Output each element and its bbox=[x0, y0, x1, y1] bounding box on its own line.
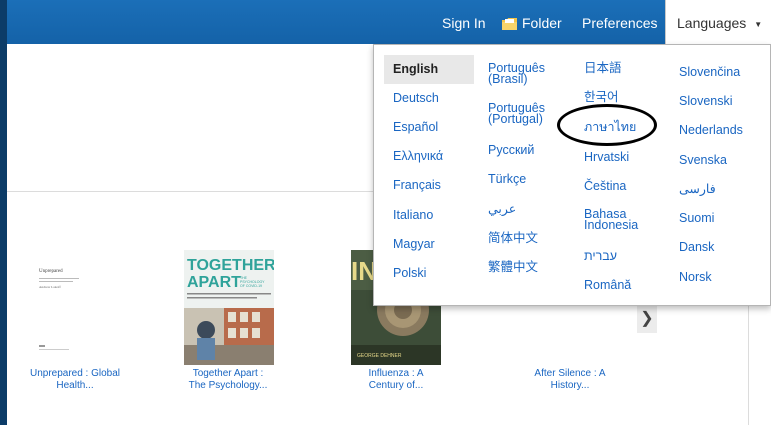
carousel-next-button[interactable]: ❯ bbox=[637, 305, 657, 333]
book1-cover-author: Andrew Lakoff bbox=[39, 285, 61, 289]
lang-suomi[interactable]: Suomi bbox=[679, 212, 714, 225]
book-title-link[interactable]: Together Apart : The Psychology... bbox=[168, 368, 288, 392]
lang-turkce[interactable]: Türkçe bbox=[488, 173, 526, 186]
right-rule bbox=[748, 300, 749, 425]
folder-link[interactable]: Folder bbox=[502, 0, 562, 44]
languages-dropdown-button[interactable]: Languages ▼ bbox=[665, 0, 771, 44]
lang-bahasa-indonesia[interactable]: Bahasa Indonesia bbox=[584, 208, 664, 232]
lang-portugues-brasil[interactable]: Português (Brasil) bbox=[488, 62, 568, 86]
lang-ellinika[interactable]: Ελληνικά bbox=[393, 150, 443, 163]
lang-chinese-simplified[interactable]: 简体中文 bbox=[488, 232, 538, 245]
lang-slovencina[interactable]: Slovenčina bbox=[679, 66, 740, 79]
lang-hebrew[interactable]: עברית bbox=[584, 250, 617, 263]
lang-cestina[interactable]: Čeština bbox=[584, 180, 626, 193]
book-cover-image[interactable]: Unprepared Andrew Lakoff bbox=[15, 250, 105, 365]
lang-korean[interactable]: 한국어 bbox=[584, 91, 619, 104]
caret-down-icon: ▼ bbox=[754, 20, 763, 29]
lang-norsk[interactable]: Norsk bbox=[679, 271, 712, 284]
svg-text:APART: APART bbox=[187, 274, 241, 291]
sign-in-link[interactable]: Sign In bbox=[442, 0, 486, 44]
lang-chinese-traditional[interactable]: 繁體中文 bbox=[488, 261, 538, 274]
lang-english[interactable]: English bbox=[384, 55, 474, 84]
lang-nederlands[interactable]: Nederlands bbox=[679, 124, 743, 137]
lang-russian[interactable]: Русский bbox=[488, 144, 534, 157]
book-title-link[interactable]: Influenza : A Century of... bbox=[336, 368, 456, 392]
top-nav-bar: Sign In Folder Preferences Languages ▼ bbox=[7, 0, 771, 44]
folder-label: Folder bbox=[522, 15, 562, 31]
svg-text:TOGETHER: TOGETHER bbox=[187, 257, 274, 274]
lang-thai[interactable]: ภาษาไทย bbox=[584, 121, 636, 134]
languages-menu: English Deutsch Español Ελληνικά Françai… bbox=[373, 44, 771, 306]
preferences-link[interactable]: Preferences bbox=[582, 0, 657, 44]
lang-polski[interactable]: Polski bbox=[393, 267, 426, 280]
lang-magyar[interactable]: Magyar bbox=[393, 238, 435, 251]
lang-espanol[interactable]: Español bbox=[393, 121, 438, 134]
cover-author: GEORGE DEHNER bbox=[357, 353, 402, 359]
lang-arabic[interactable]: عربي bbox=[488, 203, 516, 216]
page: Sign In Folder Preferences Languages ▼ Un… bbox=[7, 0, 771, 425]
cover-sub-3: OF COVID-19 bbox=[240, 284, 262, 288]
lang-dansk[interactable]: Dansk bbox=[679, 241, 714, 254]
lang-italiano[interactable]: Italiano bbox=[393, 209, 433, 222]
lang-svenska[interactable]: Svenska bbox=[679, 154, 727, 167]
lang-farsi[interactable]: فارسی bbox=[679, 183, 716, 196]
lang-hrvatski[interactable]: Hrvatski bbox=[584, 151, 629, 164]
lang-slovenski[interactable]: Slovenski bbox=[679, 95, 733, 108]
chevron-right-icon: ❯ bbox=[640, 310, 654, 327]
book-cover-image[interactable]: TOGETHER APART THE PSYCHOLOGY OF COVID-1… bbox=[184, 250, 274, 365]
languages-label: Languages bbox=[677, 15, 747, 31]
lang-japanese[interactable]: 日本語 bbox=[584, 62, 622, 75]
lang-portugues-portugal[interactable]: Português (Portugal) bbox=[488, 102, 568, 126]
lang-deutsch[interactable]: Deutsch bbox=[393, 92, 439, 105]
book1-cover-title: Unprepared bbox=[39, 269, 63, 274]
folder-icon bbox=[502, 18, 517, 30]
book-title-link[interactable]: Unprepared : Global Health... bbox=[15, 368, 135, 392]
book-title-link[interactable]: After Silence : A History... bbox=[510, 368, 630, 392]
lang-romana[interactable]: Română bbox=[584, 279, 631, 292]
lang-francais[interactable]: Français bbox=[393, 179, 441, 192]
